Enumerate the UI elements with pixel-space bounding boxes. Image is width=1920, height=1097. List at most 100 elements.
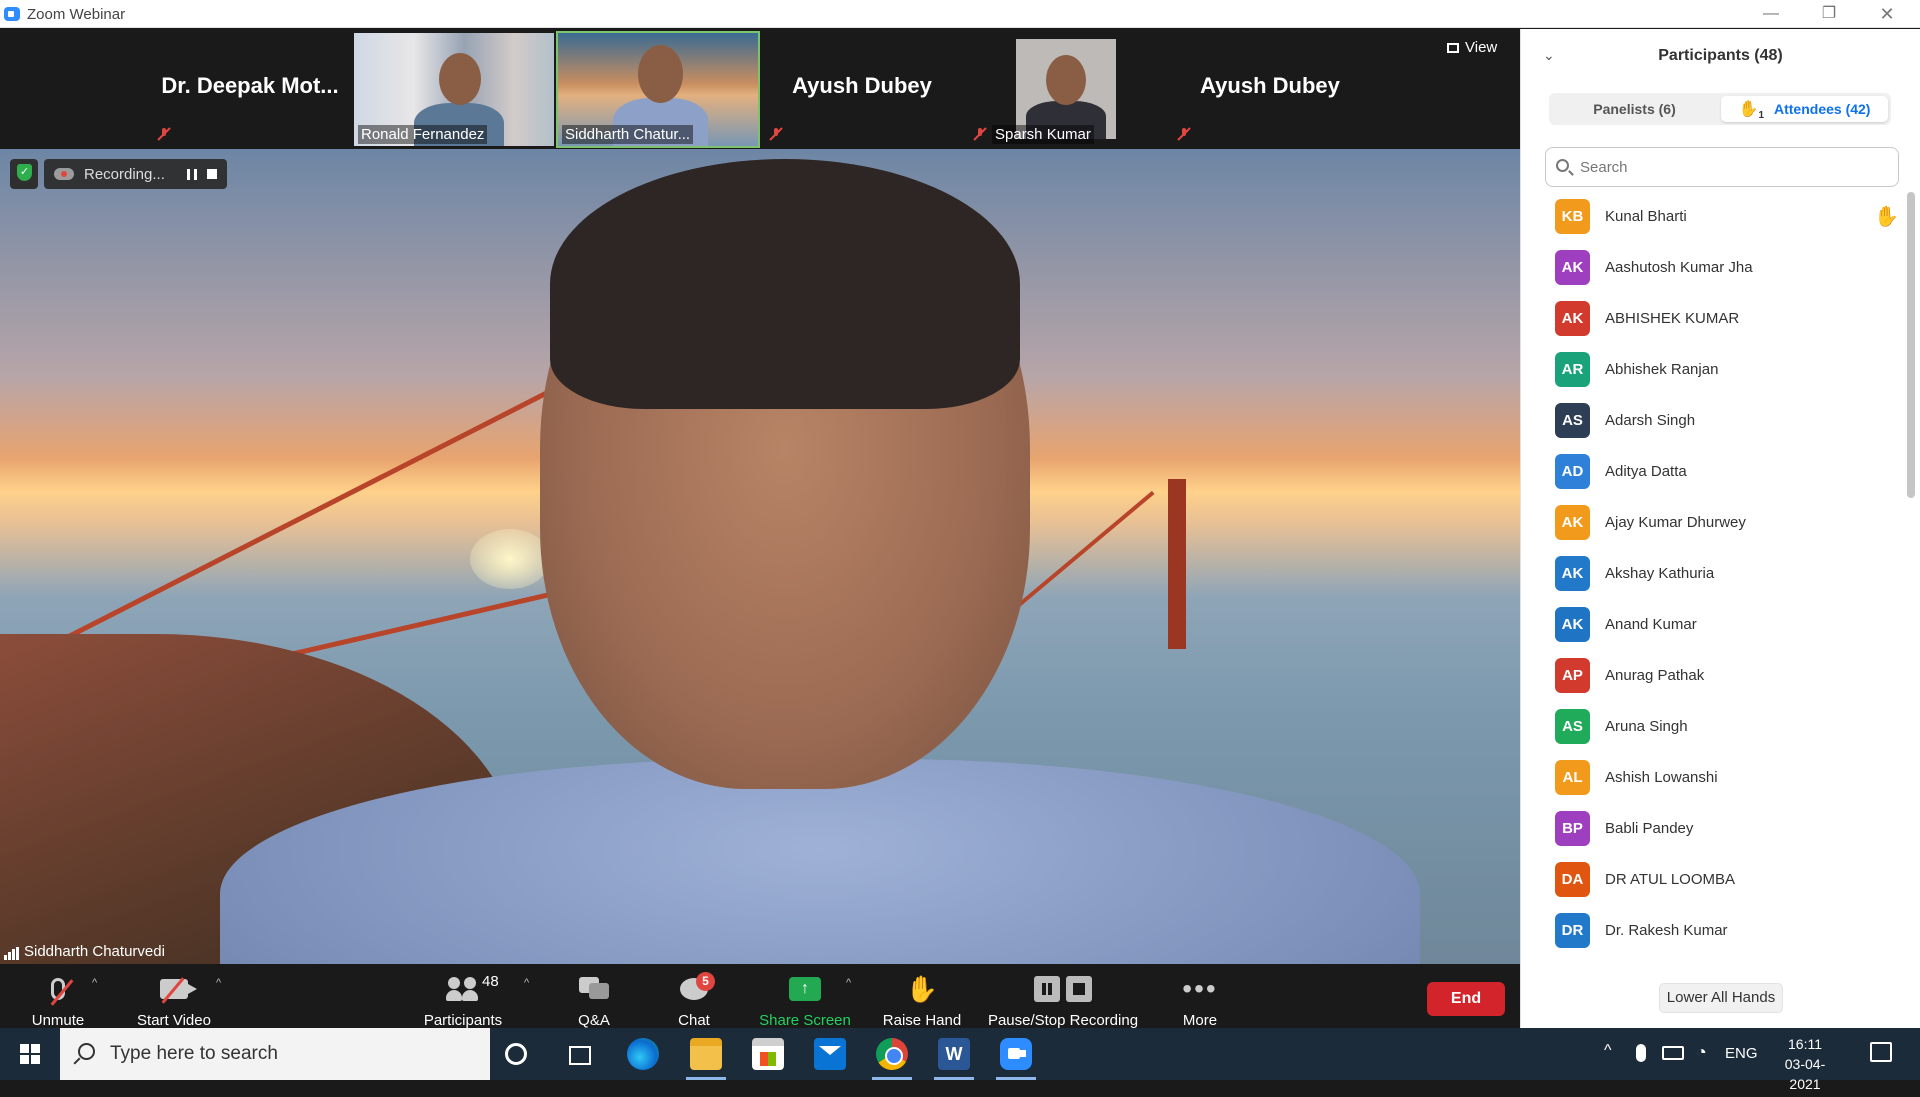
microphone-tray-icon[interactable] <box>1636 1044 1646 1062</box>
participant-row[interactable]: AK Aashutosh Kumar Jha <box>1521 243 1909 294</box>
notification-center-icon[interactable] <box>1870 1042 1892 1062</box>
participant-video <box>1016 39 1116 139</box>
view-button[interactable]: View <box>1447 39 1497 56</box>
participant-row[interactable]: AK Akshay Kathuria <box>1521 549 1909 600</box>
participant-row[interactable]: DA DR ATUL LOOMBA <box>1521 855 1909 906</box>
gallery-tile[interactable]: Sparsh Kumar <box>966 33 1166 146</box>
participant-row[interactable]: AS Aruna Singh <box>1521 702 1909 753</box>
wifi-tray-icon[interactable]: ◔ <box>1696 1042 1707 1094</box>
avatar: AK <box>1555 301 1590 336</box>
recording-status-box: Recording... <box>44 159 227 189</box>
tile-name: Ayush Dubey <box>792 73 932 98</box>
participants-button[interactable]: 48 Participants <box>420 972 506 1029</box>
participant-row[interactable]: AK Anand Kumar <box>1521 600 1909 651</box>
qa-button[interactable]: Q&A <box>572 972 616 1029</box>
gallery-tile[interactable]: Ayush Dubey <box>1170 33 1370 146</box>
unmute-button[interactable]: Unmute <box>28 972 88 1029</box>
share-screen-button[interactable]: ↑ Share Screen <box>758 972 852 1029</box>
chat-button[interactable]: 5 Chat <box>672 972 716 1029</box>
edge-browser-icon[interactable] <box>627 1038 659 1070</box>
tab-attendees-label: Attendees (42) <box>1774 101 1871 117</box>
windows-start-icon[interactable] <box>20 1044 40 1064</box>
participant-name: Aditya Datta <box>1605 463 1687 480</box>
gallery-tile[interactable]: Dr. Deepak Mot... <box>150 33 350 146</box>
mail-icon[interactable] <box>814 1038 846 1070</box>
participant-row[interactable]: AD Aditya Datta <box>1521 447 1909 498</box>
pause-stop-recording-icon <box>1034 976 1092 1002</box>
show-hidden-icons-chevron-up-icon[interactable]: ^ <box>1604 1042 1612 1094</box>
participant-search[interactable] <box>1545 147 1899 187</box>
participants-options-chevron-icon[interactable]: ^ <box>524 977 529 989</box>
chrome-browser-icon[interactable] <box>876 1038 908 1070</box>
participant-row[interactable]: AS Adarsh Singh <box>1521 396 1909 447</box>
search-icon <box>78 1043 95 1060</box>
end-button[interactable]: End <box>1427 982 1505 1016</box>
background-sun <box>470 529 550 589</box>
cortana-icon[interactable] <box>505 1043 527 1065</box>
network-tray-icon[interactable] <box>1662 1046 1684 1060</box>
start-video-label: Start Video <box>137 1012 211 1029</box>
participant-name: Aruna Singh <box>1605 718 1688 735</box>
video-options-chevron-icon[interactable]: ^ <box>216 977 221 989</box>
participant-list: KB Kunal Bharti ✋ AK Aashutosh Kumar Jha… <box>1521 192 1909 972</box>
zoom-app-icon[interactable] <box>1000 1038 1032 1070</box>
muted-mic-icon <box>1177 127 1191 141</box>
participant-name: Akshay Kathuria <box>1605 565 1715 582</box>
participant-name: Kunal Bharti <box>1605 208 1687 225</box>
tab-attendees[interactable]: ✋1 Attendees (42) <box>1721 96 1888 122</box>
share-screen-icon: ↑ <box>789 977 821 1001</box>
gallery-tile[interactable]: Ronald Fernandez <box>354 33 554 146</box>
participant-row[interactable]: AR Abhishek Ranjan <box>1521 345 1909 396</box>
cloud-recording-icon <box>54 168 74 180</box>
minimize-button[interactable]: — <box>1748 0 1794 28</box>
start-video-button[interactable]: Start Video <box>134 972 214 1029</box>
taskbar-clock[interactable]: 16:11 03-04-2021 <box>1770 1034 1840 1094</box>
chat-unread-badge: 5 <box>696 972 715 991</box>
stop-recording-icon[interactable] <box>206 169 217 179</box>
participant-row[interactable]: AK Ajay Kumar Dhurwey <box>1521 498 1909 549</box>
chat-icon: 5 <box>680 972 715 1000</box>
participant-row[interactable]: AK ABHISHEK KUMAR <box>1521 294 1909 345</box>
microsoft-store-icon[interactable] <box>752 1038 784 1070</box>
gallery-tile-active-speaker[interactable]: Siddharth Chatur... <box>556 31 760 148</box>
share-options-chevron-icon[interactable]: ^ <box>846 977 851 989</box>
taskbar-search-box[interactable]: Type here to search <box>60 1028 490 1080</box>
participant-name: Abhishek Ranjan <box>1605 361 1719 378</box>
participant-row[interactable]: AL Ashish Lowanshi <box>1521 753 1909 804</box>
tile-name: Ayush Dubey <box>1200 73 1340 98</box>
pause-recording-icon[interactable] <box>186 168 197 180</box>
participant-row[interactable]: BP Babli Pandey <box>1521 804 1909 855</box>
participant-list-scrollbar[interactable] <box>1907 192 1915 498</box>
maximize-button[interactable]: ❐ <box>1806 0 1852 28</box>
participants-icon <box>446 977 480 1001</box>
participant-video-head <box>638 45 683 103</box>
pause-stop-recording-label: Pause/Stop Recording <box>987 1012 1139 1029</box>
language-indicator[interactable]: ENG <box>1725 1045 1758 1097</box>
pause-stop-recording-button[interactable]: Pause/Stop Recording <box>986 972 1140 1029</box>
tile-label: Sparsh Kumar <box>992 125 1094 144</box>
raise-hand-button[interactable]: ✋ Raise Hand <box>882 972 962 1029</box>
search-icon <box>1556 159 1569 172</box>
avatar: AR <box>1555 352 1590 387</box>
audio-options-chevron-icon[interactable]: ^ <box>92 977 97 989</box>
more-button[interactable]: ••• More <box>1177 972 1223 1029</box>
participant-row[interactable]: AP Anurag Pathak <box>1521 651 1909 702</box>
gallery-tile[interactable]: Ayush Dubey <box>762 33 962 146</box>
security-shield-icon[interactable] <box>10 159 38 189</box>
lower-all-hands-button[interactable]: Lower All Hands <box>1659 983 1783 1013</box>
file-explorer-icon[interactable] <box>690 1038 722 1070</box>
qa-icon <box>579 977 609 1001</box>
active-speaker-label: Siddharth Chaturvedi <box>4 943 165 960</box>
muted-mic-icon <box>157 127 171 141</box>
word-app-icon[interactable]: W <box>938 1038 970 1070</box>
tile-label: Ronald Fernandez <box>358 125 488 144</box>
avatar: AK <box>1555 607 1590 642</box>
task-view-icon[interactable] <box>565 1038 597 1070</box>
participant-name: Aashutosh Kumar Jha <box>1605 259 1753 276</box>
participant-row[interactable]: KB Kunal Bharti ✋ <box>1521 192 1909 243</box>
participant-row[interactable]: DR Dr. Rakesh Kumar <box>1521 906 1909 957</box>
search-input[interactable] <box>1580 148 1890 186</box>
bridge-cable <box>0 387 554 674</box>
tab-panelists[interactable]: Panelists (6) <box>1552 96 1717 122</box>
close-window-button[interactable]: ✕ <box>1864 0 1910 28</box>
